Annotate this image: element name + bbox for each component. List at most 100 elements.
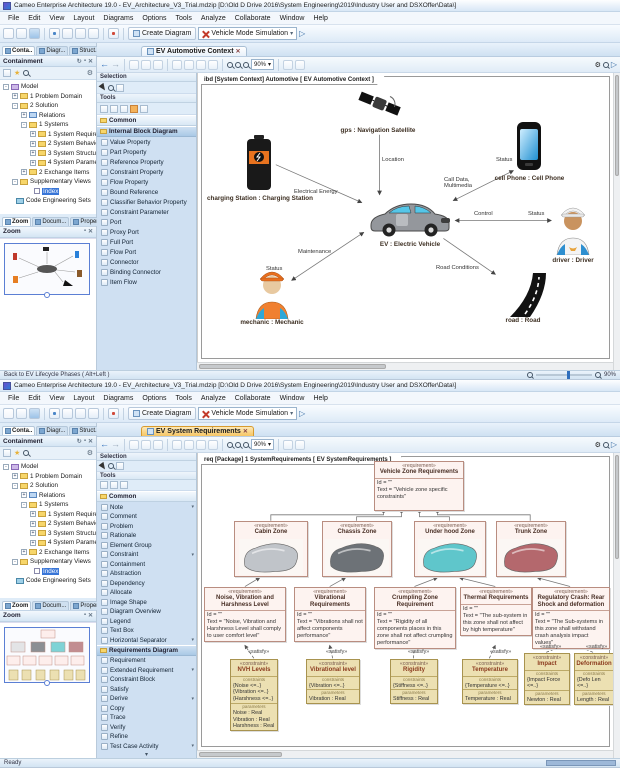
constraint-box[interactable]: «constraint»Vibrational level constraint… (306, 659, 360, 704)
toolbar-icon[interactable] (283, 60, 293, 70)
simulation-combo[interactable]: Vehicle Mode Simulation ▾ (198, 407, 297, 420)
requirement-zone-box[interactable]: «requirement»Chassis Zone (322, 521, 392, 577)
requirement-box[interactable]: «requirement»Crumpling Zone Requirement … (374, 587, 456, 649)
active-tool-icon[interactable] (130, 105, 138, 113)
tree-item[interactable]: - 2 Solution (0, 101, 96, 111)
toolbar-icon[interactable] (129, 440, 139, 450)
tree-expander-icon[interactable]: - (12, 483, 18, 489)
tree-expander-icon[interactable]: + (30, 141, 36, 147)
scrollbar-thumb[interactable] (199, 364, 386, 369)
tree-expander-icon[interactable]: - (12, 103, 18, 109)
palette-item[interactable]: Verify (97, 722, 196, 732)
palette-item[interactable]: Legend (97, 616, 196, 626)
constraint-box[interactable]: «constraint»Rigidity constraints {Stiffn… (390, 659, 438, 704)
toolbar-icon[interactable] (184, 60, 194, 70)
tree-item[interactable]: Code Engineering Sets (0, 576, 96, 586)
palette-item[interactable]: Constraint Property (97, 167, 196, 177)
panel-tab[interactable]: Zoom (2, 217, 31, 226)
toolbar-icon[interactable] (208, 60, 218, 70)
zoom-selection-rect[interactable] (4, 627, 90, 683)
open-project-icon[interactable] (16, 28, 27, 39)
node-navigation-satellite[interactable] (356, 87, 402, 125)
requirement-box[interactable]: «requirement»Thermal Requirements Id = "… (460, 587, 532, 636)
search-icon[interactable] (603, 62, 609, 68)
tab-ev-system-requirements[interactable]: EV System Requirements ✕ (141, 426, 254, 436)
requirement-vehicle-zone[interactable]: «requirement»Vehicle Zone Requirements I… (374, 461, 464, 511)
scrollbar-thumb[interactable] (199, 752, 282, 757)
tree-item[interactable]: + Relations (0, 111, 96, 121)
palette-item[interactable]: Comment (97, 512, 196, 522)
toolbar-icon[interactable] (129, 60, 139, 70)
palette-item[interactable]: Refine (97, 732, 196, 742)
menu-item[interactable]: File (4, 14, 23, 23)
palette-item[interactable]: Constraint Block (97, 675, 196, 685)
tree-item[interactable]: Index (0, 187, 96, 197)
cursor-tool-icon[interactable] (99, 462, 108, 471)
tree-expander-icon[interactable]: + (21, 492, 27, 498)
swimlane-tool-icon[interactable] (110, 105, 118, 113)
horizontal-scrollbar[interactable] (197, 362, 613, 370)
tree-item[interactable]: + 1 Problem Domain (0, 472, 96, 482)
palette-item[interactable]: Problem (97, 521, 196, 531)
tree-item[interactable]: + 1 System Requirements (0, 510, 96, 520)
close-icon[interactable]: ✕ (88, 58, 93, 65)
cut-icon[interactable] (49, 28, 60, 39)
toolbar-icon[interactable] (141, 440, 151, 450)
menu-item[interactable]: Help (309, 14, 331, 23)
copy-icon[interactable] (62, 28, 73, 39)
requirement-box[interactable]: «requirement»Noise, Vibration and Harshn… (204, 587, 286, 642)
palette-item[interactable]: Diagram Overview (97, 607, 196, 617)
simulation-combo[interactable]: Vehicle Mode Simulation ▾ (198, 27, 297, 40)
menu-item[interactable]: Collaborate (231, 14, 275, 23)
node-electric-vehicle[interactable] (366, 197, 454, 241)
zoom-handle[interactable] (44, 292, 50, 298)
palette-item[interactable]: Bound Reference (97, 187, 196, 197)
toolbar-icon[interactable] (295, 440, 305, 450)
close-icon[interactable]: ✕ (88, 438, 93, 445)
requirement-box[interactable]: «requirement»Vibrational Requirements Id… (294, 587, 366, 642)
tree-expander-icon[interactable]: - (21, 502, 27, 508)
redo-icon[interactable] (88, 28, 99, 39)
tree-expander-icon[interactable]: + (30, 530, 36, 536)
palette-item[interactable]: Constraint ▾ (97, 550, 196, 560)
requirement-zone-box[interactable]: «requirement»Cabin Zone (234, 521, 308, 577)
node-road[interactable] (494, 269, 550, 319)
palette-item[interactable]: Dependency (97, 578, 196, 588)
tab-ev-automotive-context[interactable]: EV Automotive Context ✕ (141, 46, 247, 56)
palette-section-header[interactable]: Requirements Diagram (97, 645, 196, 656)
tree-item[interactable]: - 1 Systems (0, 500, 96, 510)
palette-item[interactable]: Element Group (97, 540, 196, 550)
zoom-level-combo[interactable]: 90%▾ (251, 439, 274, 450)
tree-expander-icon[interactable]: + (30, 540, 36, 546)
palette-item[interactable]: Text Box (97, 626, 196, 636)
pin-icon[interactable]: ▪ (84, 58, 86, 65)
menu-item[interactable]: Layout (69, 14, 98, 23)
back-icon[interactable]: ← (100, 60, 109, 69)
toolbar-icon[interactable] (295, 60, 305, 70)
cursor-tool-icon[interactable] (99, 83, 108, 92)
gear-icon[interactable]: ⚙ (595, 61, 601, 69)
collapse-all-icon[interactable] (3, 449, 11, 457)
validate-icon[interactable] (108, 408, 119, 419)
palette-item[interactable]: Proxy Port (97, 227, 196, 237)
menu-item[interactable]: Layout (69, 394, 98, 403)
constraint-box[interactable]: «constraint»Impact constraints {Impact F… (524, 653, 570, 705)
menu-item[interactable]: View (45, 14, 68, 23)
copy-icon[interactable] (62, 408, 73, 419)
tree-item[interactable]: + 2 Exchange Items (0, 548, 96, 558)
zoom-out-icon[interactable] (527, 372, 533, 378)
requirement-zone-box[interactable]: «requirement»Under hood Zone (414, 521, 486, 577)
diagram-canvas-requirements[interactable]: req [Package] 1 SystemRequirements [ EV … (197, 453, 613, 750)
menu-item[interactable]: Window (276, 14, 309, 23)
layout-tool-icon[interactable] (140, 105, 148, 113)
zoom-selection-rect[interactable] (4, 243, 90, 295)
toolbar-icon[interactable] (172, 440, 182, 450)
palette-item[interactable]: Test Case Activity ▾ (97, 741, 196, 751)
run-simulation-icon[interactable]: ▷ (299, 30, 305, 38)
panel-tab[interactable]: Conta.. (2, 426, 35, 435)
refresh-icon[interactable]: ↻ (77, 58, 82, 65)
node-driver[interactable] (554, 203, 592, 257)
tree-expander-icon[interactable]: - (12, 559, 18, 565)
node-charging-station[interactable] (246, 135, 272, 193)
tree-expander-icon[interactable]: + (12, 473, 18, 479)
